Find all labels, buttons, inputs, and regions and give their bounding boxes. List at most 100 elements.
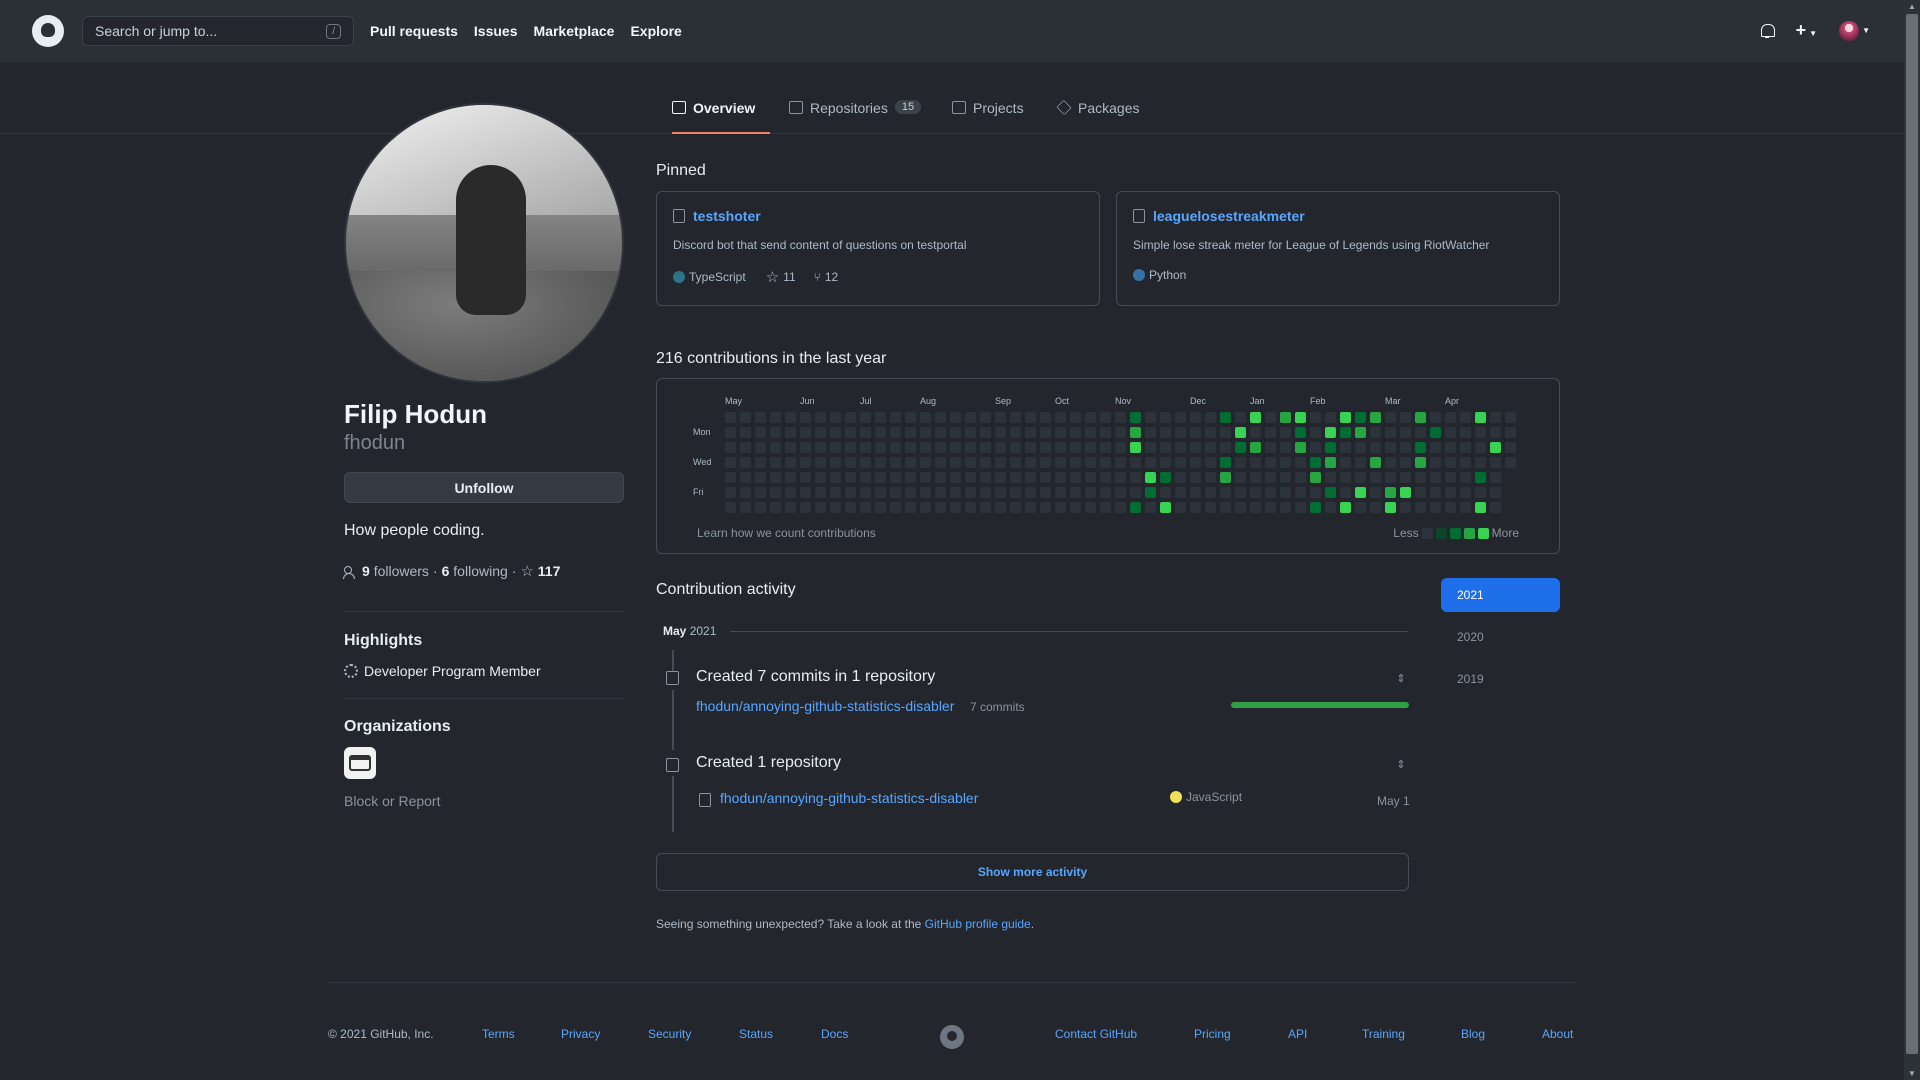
contribution-day-cell[interactable] (1370, 487, 1381, 498)
contribution-day-cell[interactable] (1085, 442, 1096, 453)
contribution-day-cell[interactable] (965, 457, 976, 468)
contribution-day-cell[interactable] (1085, 502, 1096, 513)
contribution-day-cell[interactable] (875, 502, 886, 513)
contribution-day-cell[interactable] (1055, 427, 1066, 438)
contribution-day-cell[interactable] (800, 442, 811, 453)
contribution-day-cell[interactable] (1445, 457, 1456, 468)
contribution-day-cell[interactable] (1490, 412, 1501, 423)
contribution-day-cell[interactable] (1355, 472, 1366, 483)
contribution-day-cell[interactable] (1355, 457, 1366, 468)
contribution-day-cell[interactable] (1430, 502, 1441, 513)
contribution-day-cell[interactable] (725, 442, 736, 453)
contribution-day-cell[interactable] (830, 487, 841, 498)
contribution-day-cell[interactable] (1415, 442, 1426, 453)
contribution-day-cell[interactable] (770, 412, 781, 423)
contribution-day-cell[interactable] (1190, 457, 1201, 468)
contribution-day-cell[interactable] (1280, 442, 1291, 453)
contribution-day-cell[interactable] (1040, 457, 1051, 468)
contribution-day-cell[interactable] (875, 442, 886, 453)
contribution-day-cell[interactable] (875, 487, 886, 498)
contribution-day-cell[interactable] (920, 472, 931, 483)
unfollow-button[interactable]: Unfollow (344, 472, 624, 503)
contribution-day-cell[interactable] (1385, 412, 1396, 423)
contribution-day-cell[interactable] (1205, 427, 1216, 438)
activity-repo-link[interactable]: fhodun/annoying-github-statistics-disabl… (720, 790, 978, 806)
contribution-day-cell[interactable] (1010, 502, 1021, 513)
contribution-day-cell[interactable] (1220, 427, 1231, 438)
footer-docs-link[interactable]: Docs (821, 1027, 848, 1041)
contribution-day-cell[interactable] (1040, 427, 1051, 438)
contribution-day-cell[interactable] (1235, 472, 1246, 483)
contribution-day-cell[interactable] (1220, 412, 1231, 423)
contribution-day-cell[interactable] (905, 427, 916, 438)
contribution-day-cell[interactable] (1415, 472, 1426, 483)
contribution-day-cell[interactable] (980, 427, 991, 438)
contribution-day-cell[interactable] (935, 457, 946, 468)
contribution-day-cell[interactable] (1265, 472, 1276, 483)
contribution-day-cell[interactable] (1280, 412, 1291, 423)
contribution-day-cell[interactable] (1010, 412, 1021, 423)
contribution-day-cell[interactable] (1145, 427, 1156, 438)
contribution-day-cell[interactable] (1310, 412, 1321, 423)
fork-count[interactable]: 12 (825, 270, 838, 284)
contribution-day-cell[interactable] (1460, 427, 1471, 438)
contribution-day-cell[interactable] (1055, 457, 1066, 468)
contribution-day-cell[interactable] (1145, 502, 1156, 513)
contribution-day-cell[interactable] (1265, 502, 1276, 513)
contribution-day-cell[interactable] (1430, 442, 1441, 453)
contribution-day-cell[interactable] (1460, 412, 1471, 423)
contribution-day-cell[interactable] (1145, 472, 1156, 483)
contribution-day-cell[interactable] (830, 502, 841, 513)
contribution-day-cell[interactable] (1220, 442, 1231, 453)
contribution-day-cell[interactable] (1400, 442, 1411, 453)
contribution-day-cell[interactable] (770, 427, 781, 438)
profile-avatar[interactable] (344, 103, 624, 383)
contribution-day-cell[interactable] (1340, 442, 1351, 453)
contribution-day-cell[interactable] (1355, 442, 1366, 453)
contribution-day-cell[interactable] (1160, 457, 1171, 468)
contribution-day-cell[interactable] (770, 502, 781, 513)
tab-packages[interactable]: Packages (1056, 99, 1139, 134)
contribution-day-cell[interactable] (1280, 487, 1291, 498)
contribution-day-cell[interactable] (1190, 442, 1201, 453)
contribution-day-cell[interactable] (1355, 427, 1366, 438)
contribution-day-cell[interactable] (1310, 502, 1321, 513)
contribution-day-cell[interactable] (1325, 442, 1336, 453)
contribution-day-cell[interactable] (755, 502, 766, 513)
learn-contributions-link[interactable]: Learn how we count contributions (697, 526, 876, 540)
contribution-day-cell[interactable] (1505, 442, 1516, 453)
profile-guide-link[interactable]: GitHub profile guide (925, 917, 1031, 931)
pinned-repo-link[interactable]: testshoter (693, 208, 761, 224)
contribution-day-cell[interactable] (725, 427, 736, 438)
contribution-day-cell[interactable] (950, 487, 961, 498)
contribution-day-cell[interactable] (890, 457, 901, 468)
footer-privacy-link[interactable]: Privacy (561, 1027, 600, 1041)
contribution-day-cell[interactable] (980, 502, 991, 513)
contribution-day-cell[interactable] (1145, 457, 1156, 468)
contribution-day-cell[interactable] (905, 412, 916, 423)
contribution-day-cell[interactable] (1310, 427, 1321, 438)
contribution-day-cell[interactable] (1085, 472, 1096, 483)
contribution-day-cell[interactable] (1130, 502, 1141, 513)
contribution-day-cell[interactable] (1070, 427, 1081, 438)
contribution-day-cell[interactable] (1340, 472, 1351, 483)
contribution-day-cell[interactable] (920, 502, 931, 513)
contribution-day-cell[interactable] (815, 427, 826, 438)
contribution-day-cell[interactable] (1505, 412, 1516, 423)
contribution-day-cell[interactable] (890, 412, 901, 423)
contribution-day-cell[interactable] (1190, 427, 1201, 438)
contribution-day-cell[interactable] (1235, 487, 1246, 498)
contribution-day-cell[interactable] (1055, 472, 1066, 483)
contribution-day-cell[interactable] (1025, 442, 1036, 453)
contribution-day-cell[interactable] (965, 472, 976, 483)
contribution-day-cell[interactable] (815, 487, 826, 498)
contribution-day-cell[interactable] (1055, 487, 1066, 498)
contribution-day-cell[interactable] (980, 412, 991, 423)
contribution-day-cell[interactable] (1175, 487, 1186, 498)
contribution-day-cell[interactable] (1220, 487, 1231, 498)
contribution-day-cell[interactable] (1475, 442, 1486, 453)
contribution-day-cell[interactable] (830, 412, 841, 423)
contribution-day-cell[interactable] (1250, 457, 1261, 468)
contribution-day-cell[interactable] (785, 487, 796, 498)
contribution-day-cell[interactable] (1280, 457, 1291, 468)
